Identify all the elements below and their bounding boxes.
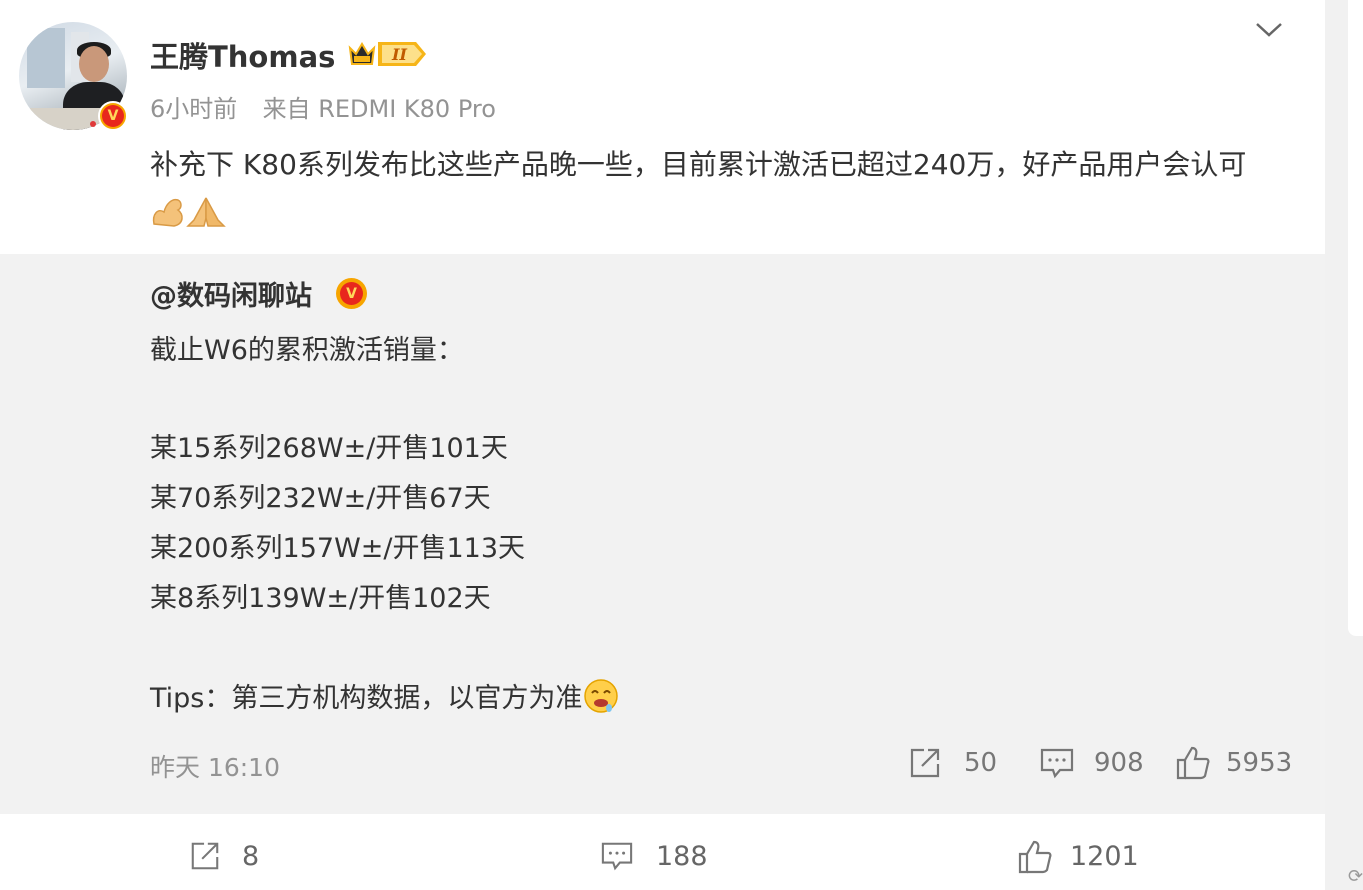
comment-icon[interactable]	[600, 840, 634, 872]
like-button-count[interactable]: 1201	[1070, 841, 1139, 872]
post-content: 补充下 K80系列发布比这些产品晚一些，目前累计激活已超过240万，好产品用户会…	[150, 141, 1290, 237]
post-source: 来自 REDMI K80 Pro	[262, 95, 496, 123]
repost-line: 某200系列157W±/开售113天	[150, 533, 526, 564]
repost-reposts-count[interactable]: 50	[964, 748, 997, 778]
repost-tips-text: Tips：第三方机构数据，以官方为准	[150, 683, 583, 714]
repost-button-count[interactable]: 8	[242, 841, 259, 872]
repost-tips-line: Tips：第三方机构数据，以官方为准	[150, 676, 620, 715]
repost-line: 某8系列139W±/开售102天	[150, 583, 491, 614]
repost-time[interactable]: 昨天 16:10	[150, 748, 280, 784]
thumbs-up-icon[interactable]	[1176, 746, 1210, 780]
reposted-post[interactable]: @数码闲聊站 V 截止W6的累积激活销量： 某15系列268W±/开售101天 …	[0, 254, 1325, 814]
online-dot	[90, 121, 96, 127]
svg-text:II: II	[391, 45, 407, 64]
post-meta: 6小时前 来自 REDMI K80 Pro	[150, 89, 496, 124]
repost-line: 某70系列232W±/开售67天	[150, 483, 491, 514]
share-icon[interactable]	[188, 840, 222, 872]
vip-crown-badge-icon[interactable]: II	[346, 38, 428, 70]
share-icon[interactable]	[908, 746, 942, 780]
repost-author[interactable]: @数码闲聊站	[150, 274, 312, 313]
flexed-biceps-emoji	[152, 198, 183, 227]
post-username[interactable]: 王腾Thomas	[150, 34, 335, 76]
weibo-post: V 王腾Thomas II 6小时前 来自 REDMI K80 Pro 补充下 …	[0, 0, 1325, 890]
repost-likes-count[interactable]: 5953	[1226, 748, 1292, 778]
post-time[interactable]: 6小时前	[150, 95, 237, 123]
side-panel	[1348, 0, 1363, 636]
verified-v-icon: V	[98, 101, 128, 131]
verified-v-icon: V	[336, 278, 367, 309]
repost-comments-count[interactable]: 908	[1094, 748, 1144, 778]
post-content-text: 补充下 K80系列发布比这些产品晚一些，目前累计激活已超过240万，好产品用户会…	[150, 148, 1247, 181]
refresh-icon[interactable]: ⟳	[1348, 866, 1363, 886]
chevron-down-icon[interactable]	[1254, 18, 1284, 40]
comment-button-count[interactable]: 188	[656, 841, 708, 872]
comment-icon[interactable]	[1040, 746, 1074, 780]
thumbs-up-icon[interactable]	[1018, 840, 1052, 874]
repost-line: 截止W6的累积激活销量：	[150, 335, 464, 366]
repost-line: 某15系列268W±/开售101天	[150, 433, 508, 464]
drooling-face-emoji	[584, 679, 619, 713]
folded-hands-emoji	[186, 197, 226, 227]
